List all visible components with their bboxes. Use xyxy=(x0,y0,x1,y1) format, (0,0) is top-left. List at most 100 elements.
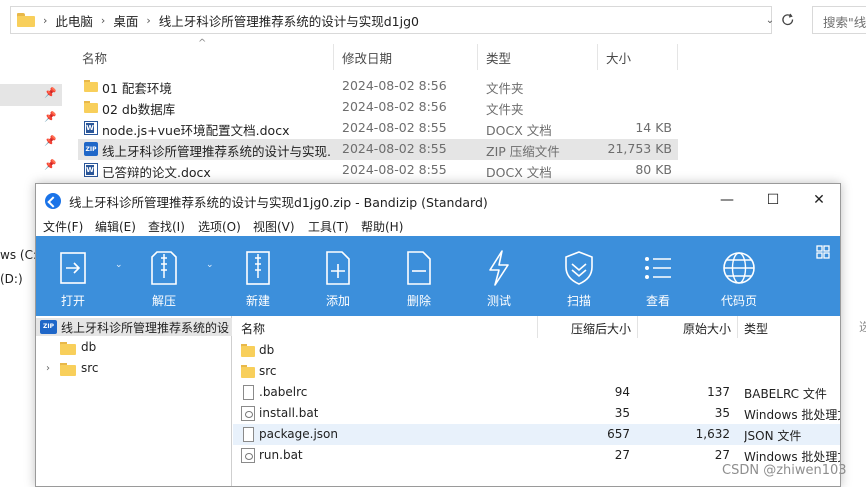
list-item[interactable]: .babelrc 94 137 BABELRC 文件 xyxy=(233,382,840,403)
file-size: 80 KB xyxy=(635,162,672,177)
list-item[interactable]: db xyxy=(233,340,840,361)
refresh-icon xyxy=(782,13,794,26)
tree-root-item[interactable]: 线上牙科诊所管理推荐系统的设计 xyxy=(36,318,232,336)
open-button[interactable]: 打开 xyxy=(41,236,105,316)
tree-item-label: db xyxy=(81,340,97,354)
file-type: DOCX 文档 xyxy=(486,165,552,180)
breadcrumb-current-folder[interactable]: 线上牙科诊所管理推荐系统的设计与实现d1jg0 xyxy=(159,11,419,30)
file-name: 线上牙科诊所管理推荐系统的设计与实现... xyxy=(102,144,332,159)
chevron-down-icon[interactable]: ⌄ xyxy=(115,260,123,270)
pin-icon[interactable]: 📌 xyxy=(44,112,56,124)
pin-icon[interactable]: 📌 xyxy=(44,160,56,172)
layout-grid-icon[interactable] xyxy=(816,245,830,259)
folder-icon xyxy=(241,343,255,358)
new-archive-button[interactable]: 新建 xyxy=(226,236,290,316)
file-row-selected[interactable]: 线上牙科诊所管理推荐系统的设计与实现... 2024-08-02 8:55 ZI… xyxy=(78,139,678,160)
menu-help[interactable]: 帮助(H) xyxy=(361,218,403,235)
tree-item-label: src xyxy=(81,361,99,375)
open-label: 打开 xyxy=(60,294,85,308)
folder-icon xyxy=(17,13,35,27)
scan-shield-icon xyxy=(565,251,593,285)
add-file-label: 添加 xyxy=(325,294,350,308)
file-date: 2024-08-02 8:56 xyxy=(342,78,447,93)
explorer-address-bar: › 此电脑 › 桌面 › 线上牙科诊所管理推荐系统的设计与实现d1jg0 ⌄ 搜… xyxy=(0,0,866,40)
codepage-globe-icon xyxy=(723,252,755,284)
column-header-date[interactable]: 修改日期 xyxy=(336,44,478,70)
file-size: 14 KB xyxy=(635,120,672,135)
file-date: 2024-08-02 8:55 xyxy=(342,120,447,135)
test-button[interactable]: 测试 xyxy=(467,236,531,316)
file-date: 2024-08-02 8:55 xyxy=(342,141,447,156)
test-lightning-icon xyxy=(489,250,509,286)
bandizip-window: 线上牙科诊所管理推荐系统的设计与实现d1jg0.zip - Bandizip (… xyxy=(35,183,841,487)
folder-icon xyxy=(84,100,98,114)
new-archive-label: 新建 xyxy=(245,294,270,308)
menu-tools[interactable]: 工具(T) xyxy=(308,218,349,235)
add-file-button[interactable]: 添加 xyxy=(306,236,370,316)
minimize-button[interactable]: — xyxy=(704,184,750,216)
extract-icon xyxy=(151,251,177,285)
extract-button[interactable]: 解压 xyxy=(132,236,196,316)
file-row[interactable]: node.js+vue环境配置文档.docx 2024-08-02 8:55 D… xyxy=(78,118,678,139)
scan-button[interactable]: 扫描 xyxy=(547,236,611,316)
menu-view[interactable]: 视图(V) xyxy=(253,218,295,235)
word-document-icon xyxy=(84,121,98,135)
extract-label: 解压 xyxy=(151,294,176,308)
folder-icon xyxy=(84,79,98,93)
breadcrumb-desktop[interactable]: 桌面 xyxy=(113,11,138,30)
entry-original-size: 27 xyxy=(714,448,730,462)
scan-label: 扫描 xyxy=(566,294,591,308)
pin-icon[interactable]: 📌 xyxy=(44,88,56,100)
refresh-button[interactable] xyxy=(774,6,802,34)
chevron-right-icon: › xyxy=(100,13,106,27)
entry-name: install.bat xyxy=(259,406,319,420)
menu-options[interactable]: 选项(O) xyxy=(198,218,241,235)
entry-name: .babelrc xyxy=(259,385,308,399)
title-bar[interactable]: 线上牙科诊所管理推荐系统的设计与实现d1jg0.zip - Bandizip (… xyxy=(36,184,840,216)
codepage-label: 代码页 xyxy=(720,294,757,308)
breadcrumb-this-pc[interactable]: 此电脑 xyxy=(55,11,93,30)
pin-icon[interactable]: 📌 xyxy=(44,136,56,148)
chevron-right-icon[interactable]: › xyxy=(46,363,50,374)
list-item[interactable]: src xyxy=(233,361,840,382)
address-box[interactable]: › 此电脑 › 桌面 › 线上牙科诊所管理推荐系统的设计与实现d1jg0 ⌄ xyxy=(10,6,774,34)
entry-name: package.json xyxy=(259,427,339,441)
file-row[interactable]: 02 db数据库 2024-08-02 8:56 文件夹 xyxy=(78,97,678,118)
close-button[interactable]: ✕ xyxy=(796,184,840,216)
nav-item-drive-d[interactable]: (D:) xyxy=(0,272,23,286)
entry-original-size: 1,632 xyxy=(695,427,730,441)
menu-edit[interactable]: 编辑(E) xyxy=(95,218,136,235)
file-type: 文件夹 xyxy=(486,81,524,96)
file-name: 02 db数据库 xyxy=(102,102,176,117)
column-header-type[interactable]: 类型 xyxy=(480,44,598,70)
codepage-button[interactable]: 代码页 xyxy=(707,236,771,316)
folder-icon xyxy=(60,363,76,376)
file-row[interactable]: 已答辩的论文.docx 2024-08-02 8:55 DOCX 文档 80 K… xyxy=(78,160,678,181)
column-header-name[interactable]: 名称 xyxy=(76,44,334,70)
entry-packed-size: 657 xyxy=(607,427,630,441)
column-header-original-size[interactable]: 原始大小 xyxy=(638,316,738,338)
tree-root-label: 线上牙科诊所管理推荐系统的设计 xyxy=(61,321,229,335)
entry-type: BABELRC 文件 xyxy=(744,387,827,401)
delete-file-icon xyxy=(407,251,431,285)
entry-original-size: 35 xyxy=(714,406,730,420)
delete-file-button[interactable]: 删除 xyxy=(387,236,451,316)
column-header-size[interactable]: 大小 xyxy=(600,44,678,70)
search-input[interactable]: 搜索"线上 xyxy=(812,6,866,34)
file-row[interactable]: 01 配套环境 2024-08-02 8:56 文件夹 xyxy=(78,76,678,97)
menu-find[interactable]: 查找(I) xyxy=(148,218,185,235)
view-button[interactable]: 查看 xyxy=(626,236,690,316)
open-icon xyxy=(60,252,86,284)
maximize-button[interactable]: ☐ xyxy=(750,184,796,216)
column-header-name[interactable]: 名称 xyxy=(233,316,538,338)
column-header-type[interactable]: 类型 xyxy=(738,316,840,338)
menu-file[interactable]: 文件(F) xyxy=(43,218,83,235)
entry-name: run.bat xyxy=(259,448,303,462)
list-item-hovered[interactable]: package.json 657 1,632 JSON 文件 xyxy=(233,424,840,445)
column-header-packed-size[interactable]: 压缩后大小 xyxy=(538,316,638,338)
search-results-fragment: 选 xyxy=(859,320,866,334)
chevron-down-icon[interactable]: ⌄ xyxy=(206,260,214,270)
list-item[interactable]: install.bat 35 35 Windows 批处理文 xyxy=(233,403,840,424)
toolbar: 打开 ⌄ 解压 ⌄ 新建 添加 删除 测试 扫描 查看 代码页 xyxy=(36,236,840,316)
batch-file-icon xyxy=(241,406,255,421)
